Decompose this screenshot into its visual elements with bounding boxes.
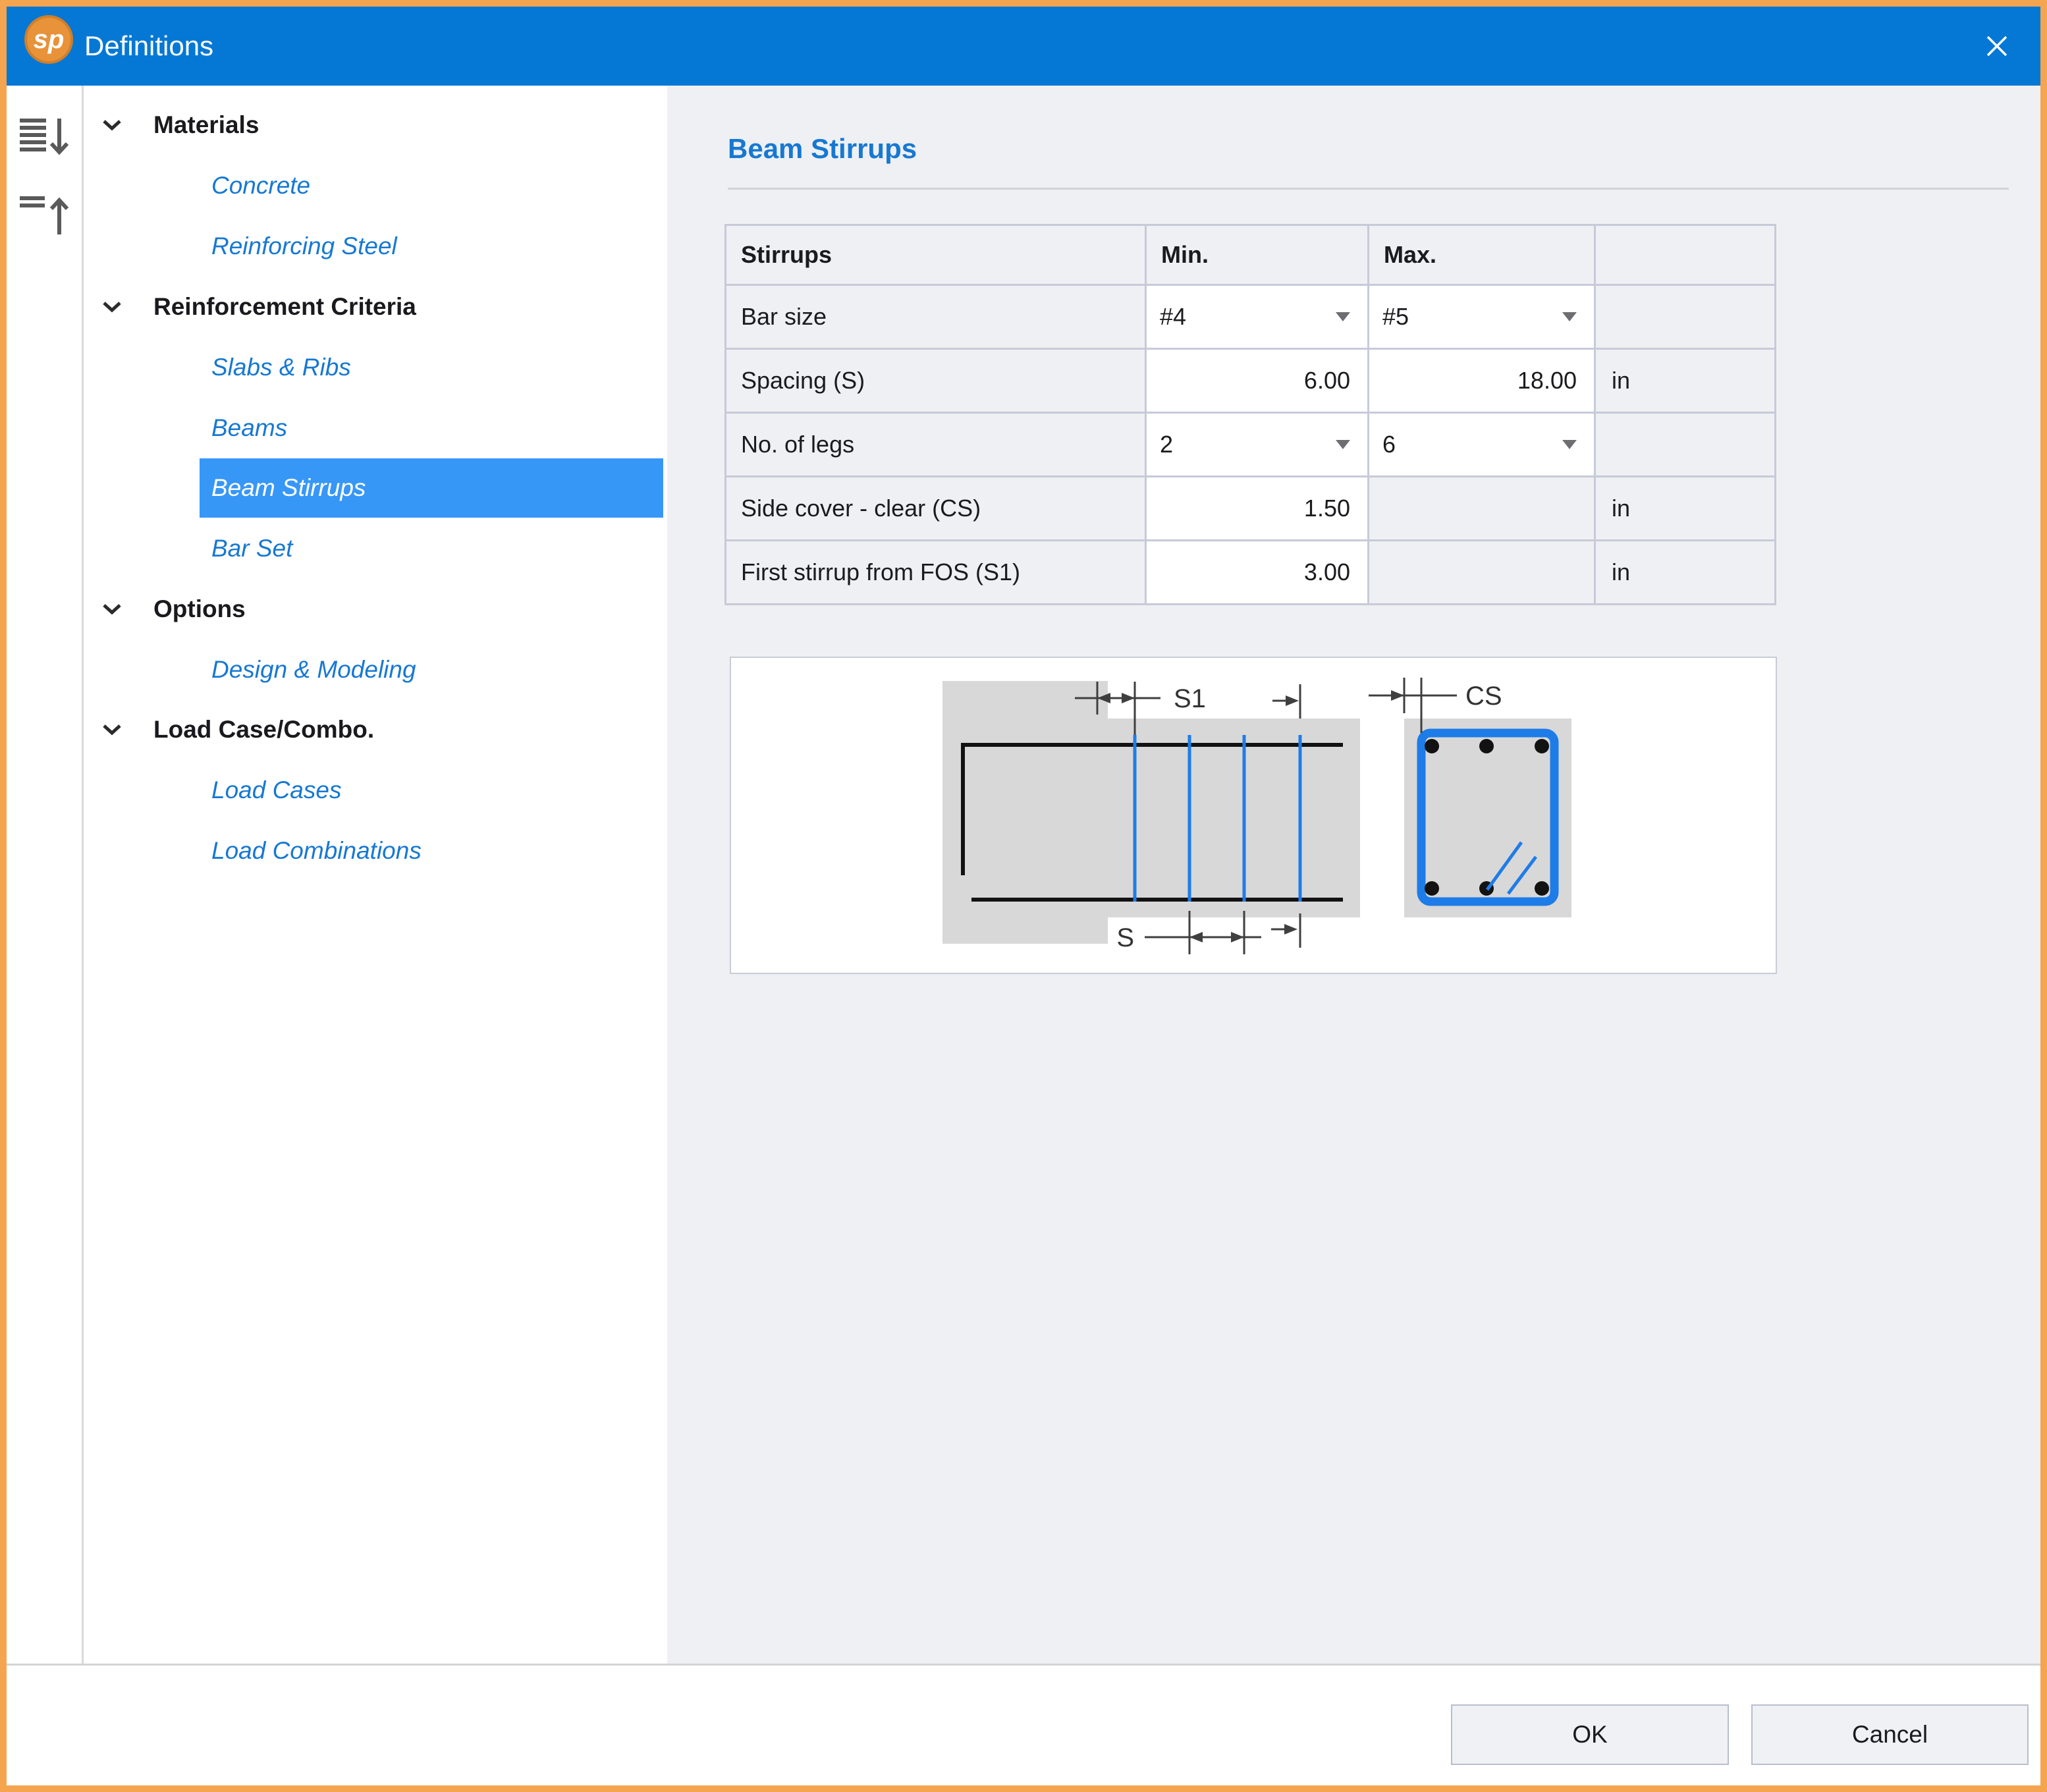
tree-item-label: Bar Set	[211, 535, 292, 562]
tree-item-load-combinations[interactable]: Load Combinations	[84, 821, 665, 881]
page-title: Beam Stirrups	[728, 133, 917, 165]
tree-item-label: Load Combinations	[211, 837, 422, 865]
tree-item-options[interactable]: Options	[84, 580, 665, 639]
dropdown-value: 2	[1160, 431, 1173, 458]
tree-item-load-cases[interactable]: Load Cases	[84, 761, 665, 820]
window-title: Definitions	[84, 7, 213, 86]
spacing-min-input[interactable]: 6.00	[1147, 350, 1367, 412]
tree-item-label: Beams	[211, 414, 287, 442]
legs-min-dropdown[interactable]: 2	[1147, 414, 1367, 475]
first-stirrup-min-input[interactable]: 3.00	[1147, 541, 1367, 603]
bar-size-max-dropdown[interactable]: #5	[1369, 286, 1594, 348]
stirrup-diagram: S1 CS S	[730, 657, 1777, 974]
col-header-unit	[1596, 226, 1774, 284]
col-header-min: Min.	[1147, 226, 1367, 284]
tree-item-reinforcing-steel[interactable]: Reinforcing Steel	[84, 217, 665, 276]
first-stirrup-max-disabled	[1369, 541, 1594, 603]
tree-item-label: Reinforcement Criteria	[153, 293, 416, 321]
spacing-max-input[interactable]: 18.00	[1369, 350, 1594, 412]
definitions-dialog: sp Definitions	[0, 0, 2047, 1792]
row-label-side-cover: Side cover - clear (CS)	[726, 477, 1145, 539]
col-header-max: Max.	[1369, 226, 1594, 284]
tree-item-bar-set[interactable]: Bar Set	[84, 519, 665, 578]
cancel-button[interactable]: Cancel	[1751, 1704, 2029, 1765]
bar-size-min-dropdown[interactable]: #4	[1147, 286, 1367, 348]
legs-max-dropdown[interactable]: 6	[1369, 414, 1594, 475]
title-bar: sp Definitions	[7, 7, 2040, 86]
app-logo-text: sp	[34, 26, 65, 53]
side-cover-min-input[interactable]: 1.50	[1147, 477, 1367, 539]
tree-item-materials[interactable]: Materials	[84, 95, 665, 155]
app-logo-icon: sp	[24, 15, 73, 64]
col-header-stirrups: Stirrups	[726, 226, 1145, 284]
tree-item-slabs-ribs[interactable]: Slabs & Ribs	[84, 338, 665, 397]
dropdown-value: 6	[1382, 431, 1396, 458]
s1-dimension-label: S1	[1174, 684, 1206, 713]
definitions-tree: Materials Concrete Reinforcing Steel Rei…	[84, 86, 667, 1664]
tree-item-design-modeling[interactable]: Design & Modeling	[84, 640, 665, 699]
tree-item-load-case-combo[interactable]: Load Case/Combo.	[84, 700, 665, 759]
chevron-down-icon[interactable]	[102, 119, 122, 131]
collapse-all-icon[interactable]	[18, 194, 70, 237]
cs-dimension-label: CS	[1465, 682, 1502, 711]
ok-button[interactable]: OK	[1451, 1704, 1729, 1765]
chevron-down-icon[interactable]	[102, 724, 122, 736]
tree-item-label: Slabs & Ribs	[211, 354, 351, 381]
dropdown-value: #4	[1160, 303, 1186, 331]
tree-item-concrete[interactable]: Concrete	[84, 156, 665, 215]
row-label-spacing: Spacing (S)	[726, 350, 1145, 412]
tree-item-beams[interactable]: Beams	[84, 398, 665, 458]
tree-toolbar	[7, 86, 82, 1664]
tree-item-label: Beam Stirrups	[200, 474, 366, 502]
content-panel: Beam Stirrups Stirrups Min. Max. Bar siz…	[667, 86, 2040, 1664]
tree-item-label: Options	[153, 595, 246, 623]
s-dimension-label: S	[1116, 923, 1134, 952]
unit-cell	[1596, 286, 1774, 348]
close-icon[interactable]	[1977, 26, 2017, 66]
support-region	[942, 681, 1108, 944]
dropdown-arrow-icon[interactable]	[1562, 312, 1577, 321]
dropdown-arrow-icon[interactable]	[1336, 312, 1350, 321]
chevron-down-icon[interactable]	[102, 603, 122, 615]
tree-item-label: Materials	[153, 111, 259, 139]
tree-item-label: Load Case/Combo.	[153, 716, 374, 744]
expand-all-icon[interactable]	[18, 117, 70, 158]
tree-item-label: Reinforcing Steel	[211, 232, 397, 260]
row-label-first-stirrup: First stirrup from FOS (S1)	[726, 541, 1145, 603]
row-label-bar-size: Bar size	[726, 286, 1145, 348]
beam-elevation-region	[1108, 719, 1360, 917]
tree-item-reinforcement-criteria[interactable]: Reinforcement Criteria	[84, 277, 665, 337]
tree-item-beam-stirrups[interactable]: Beam Stirrups	[84, 458, 665, 518]
dropdown-value: #5	[1382, 303, 1409, 331]
side-cover-max-disabled	[1369, 477, 1594, 539]
heading-divider	[728, 188, 2009, 190]
unit-cell: in	[1596, 541, 1774, 603]
row-label-no-of-legs: No. of legs	[726, 414, 1145, 475]
unit-cell: in	[1596, 477, 1774, 539]
tree-item-label: Load Cases	[211, 776, 341, 804]
dropdown-arrow-icon[interactable]	[1336, 440, 1350, 449]
tree-item-label: Design & Modeling	[211, 656, 416, 684]
unit-cell: in	[1596, 350, 1774, 412]
dialog-footer: OK Cancel	[7, 1664, 2040, 1785]
tree-item-label: Concrete	[211, 172, 310, 200]
unit-cell	[1596, 414, 1774, 475]
chevron-down-icon[interactable]	[102, 301, 122, 313]
dropdown-arrow-icon[interactable]	[1562, 440, 1577, 449]
stirrups-table: Stirrups Min. Max. Bar size #4 #5 Spacin…	[724, 224, 1776, 605]
